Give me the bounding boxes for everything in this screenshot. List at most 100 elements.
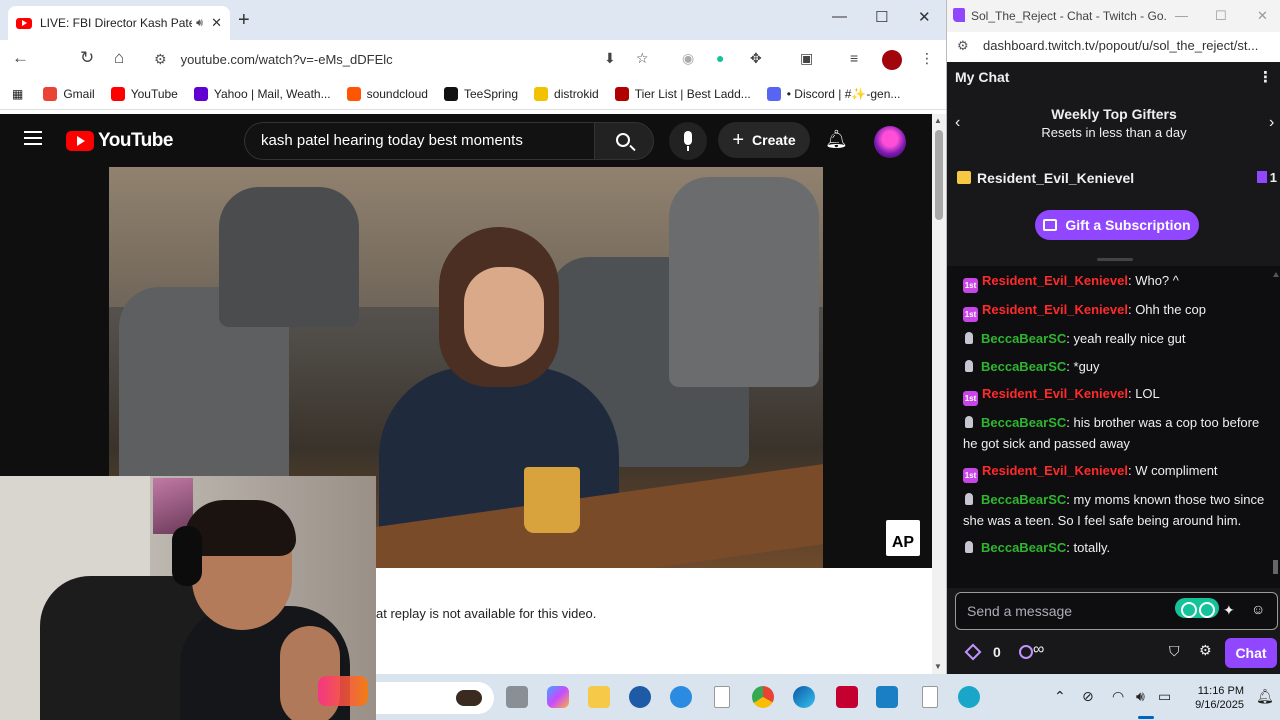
tab-search-icon[interactable]: ▣ (800, 50, 813, 67)
bookmark-distrokid[interactable]: distrokid (534, 86, 599, 101)
scroll-down-icon[interactable]: ▼ (934, 662, 942, 671)
cheer-icon[interactable]: ✦ (1223, 602, 1235, 619)
scrollbar-thumb[interactable] (935, 130, 943, 220)
bookmark-youtube[interactable]: YouTube (110, 86, 178, 101)
file-explorer-icon[interactable] (588, 686, 610, 708)
distrokid-icon (534, 86, 549, 101)
profile-avatar[interactable] (882, 50, 902, 70)
chat-username[interactable]: BeccaBearSC (981, 415, 1066, 430)
notification-bell-icon[interactable]: 🔔︎ (1256, 688, 1274, 705)
twitch-maximize-icon[interactable]: ☐ (1215, 8, 1227, 24)
close-window-icon[interactable]: ✕ (918, 8, 931, 26)
chat-username[interactable]: Resident_Evil_Kenievel (982, 273, 1128, 288)
chat-username[interactable]: Resident_Evil_Kenievel (982, 463, 1128, 478)
gifters-subtitle: Resets in less than a day (1041, 125, 1187, 140)
panel-drag-handle[interactable] (1097, 258, 1133, 261)
channel-points-icon[interactable] (964, 643, 982, 661)
youtube-wordmark: YouTube (98, 130, 173, 151)
chevron-right-icon[interactable]: › (1269, 114, 1274, 132)
site-settings-icon[interactable]: ⚙︎ (957, 38, 969, 54)
notepad-icon[interactable] (714, 686, 730, 708)
search-input[interactable]: kash patel hearing today best moments (244, 122, 594, 160)
edge-icon[interactable] (793, 686, 815, 708)
chat-message: 1st Resident_Evil_Kenievel: Ohh the cop (947, 300, 1280, 322)
menu-icon[interactable] (24, 131, 42, 145)
chat-username[interactable]: Resident_Evil_Kenievel (982, 386, 1128, 401)
page-scrollbar[interactable]: ▲ ▼ (932, 114, 946, 674)
bits-icon[interactable] (1019, 645, 1033, 659)
bookmark-discord[interactable]: • Discord | #✨-gen... (766, 86, 900, 101)
moderation-shield-icon[interactable]: ⛉ (1169, 643, 1180, 660)
bookmark-star-icon[interactable]: ☆ (636, 50, 649, 67)
account-avatar[interactable] (874, 126, 906, 158)
edge-legacy-icon[interactable] (670, 686, 692, 708)
hp-icon[interactable] (629, 686, 651, 708)
notifications-bell-icon[interactable]: 🔔︎ (825, 129, 848, 150)
task-view-icon[interactable] (506, 686, 528, 708)
twitch-close-icon[interactable]: ✕ (1257, 8, 1268, 24)
mcafee-icon[interactable] (836, 686, 858, 708)
twitch-minimize-icon[interactable]: — (1175, 8, 1188, 23)
more-options-icon[interactable]: ⋮ (1258, 68, 1273, 86)
chat-username[interactable]: BeccaBearSC (981, 540, 1066, 555)
bookmark-tierlist[interactable]: Tier List | Best Ladd... (614, 86, 751, 101)
chat-send-button[interactable]: Chat (1225, 638, 1277, 668)
create-button[interactable]: + Create (718, 122, 810, 158)
new-tab-icon[interactable]: + (238, 9, 250, 32)
settings-app-icon[interactable] (958, 686, 980, 708)
bookmark-yahoo[interactable]: Yahoo | Mail, Weath... (193, 86, 331, 101)
bookmark-soundcloud[interactable]: soundcloud (346, 86, 428, 101)
chat-text: : Who? ^ (1127, 273, 1179, 288)
show-hidden-icons-icon[interactable]: ⌃ (1054, 688, 1066, 705)
chat-username[interactable]: BeccaBearSC (981, 359, 1066, 374)
media-controls-icon[interactable]: ≡ (850, 50, 858, 66)
photos-icon[interactable] (876, 686, 898, 708)
network-off-icon[interactable]: ⊘ (1082, 688, 1094, 705)
wifi-icon[interactable]: ◠ (1112, 688, 1124, 705)
maximize-icon[interactable]: ☐ (875, 8, 888, 26)
chat-scrollbar[interactable] (1273, 272, 1279, 582)
install-app-icon[interactable]: ⬇︎ (604, 50, 616, 67)
audio-playing-icon[interactable]: 🔊︎ (196, 17, 203, 30)
youtube-logo[interactable]: YouTube (66, 130, 173, 152)
copilot-icon[interactable] (547, 686, 569, 708)
system-clock[interactable]: 11:16 PM 9/16/2025 (1184, 684, 1244, 712)
screenshot-icon[interactable]: ◉ (682, 50, 694, 67)
reload-icon[interactable]: ↻ (80, 48, 94, 68)
headset-icon (172, 526, 202, 586)
minimize-icon[interactable]: — (832, 8, 847, 25)
chrome-taskbar-icon[interactable] (752, 686, 774, 708)
voice-search-icon[interactable] (669, 122, 707, 160)
grammarly-extension-icon[interactable]: ● (716, 50, 724, 66)
close-tab-icon[interactable]: ✕ (211, 15, 222, 31)
site-info-icon[interactable]: ⚙︎ (154, 51, 167, 68)
chat-username[interactable]: BeccaBearSC (981, 331, 1066, 346)
gift-subscription-button[interactable]: Gift a Subscription (1035, 210, 1199, 240)
bookmark-teespring[interactable]: TeeSpring (443, 86, 518, 101)
document-icon[interactable] (922, 686, 938, 708)
youtube-header: YouTube kash patel hearing today best mo… (0, 114, 932, 166)
apps-grid-icon[interactable]: ▦ (12, 87, 23, 101)
bookmarks-bar: ▦ Gmail YouTube Yahoo | Mail, Weath... s… (0, 78, 946, 110)
bookmark-gmail[interactable]: Gmail (43, 86, 95, 101)
home-icon[interactable]: ⌂ (114, 48, 124, 68)
chrome-menu-icon[interactable]: ⋮ (920, 50, 934, 67)
taskbar-search-box[interactable] (376, 682, 494, 714)
top-gifter-row[interactable]: Resident_Evil_Kenievel 1 (947, 164, 1280, 194)
search-button[interactable] (594, 122, 654, 160)
clock-date: 9/16/2025 (1195, 699, 1244, 711)
twitch-url-bar[interactable]: ⚙︎ dashboard.twitch.tv/popout/u/sol_the_… (947, 32, 1280, 60)
volume-icon[interactable]: 🔊︎ (1136, 688, 1145, 705)
chat-scroll-thumb[interactable] (1273, 560, 1278, 574)
emote-picker-icon[interactable]: ☺ (1251, 601, 1265, 617)
chat-username[interactable]: BeccaBearSC (981, 492, 1066, 507)
chat-settings-gear-icon[interactable]: ⚙︎ (1199, 642, 1212, 659)
battery-icon[interactable]: ▭ (1158, 688, 1171, 705)
extensions-puzzle-icon[interactable]: ✥ (750, 50, 762, 67)
scroll-up-icon[interactable]: ▲ (934, 116, 942, 125)
chat-scroll-up-icon[interactable] (1273, 272, 1279, 277)
back-icon[interactable]: ← (12, 48, 29, 68)
grammarly-icon[interactable] (1175, 598, 1219, 618)
chat-username[interactable]: Resident_Evil_Kenievel (982, 302, 1128, 317)
tab-youtube-live[interactable]: LIVE: FBI Director Kash Patel 🔊︎ ✕ (8, 6, 230, 40)
